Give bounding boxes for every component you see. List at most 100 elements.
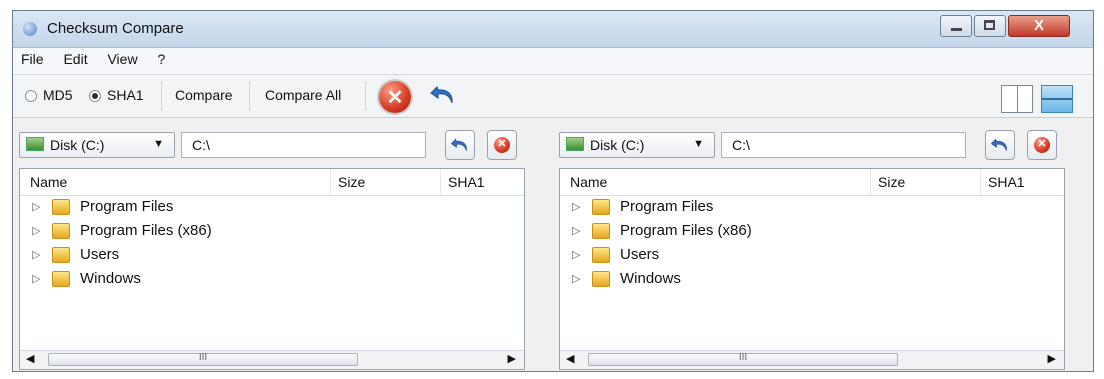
stop-icon[interactable] xyxy=(379,81,411,113)
column-sha1[interactable]: SHA1 xyxy=(448,174,485,190)
list-item[interactable]: ▷ Program Files (x86) xyxy=(20,220,524,244)
menu-view[interactable]: View xyxy=(99,48,145,67)
folder-icon xyxy=(592,247,610,263)
stop-icon xyxy=(494,137,510,153)
window-title: Checksum Compare xyxy=(47,20,184,37)
list-item[interactable]: ▷ Program Files xyxy=(560,196,1064,220)
undo-icon xyxy=(450,138,467,151)
scroll-right-icon[interactable]: ▶ xyxy=(508,352,516,365)
item-name: Program Files xyxy=(80,198,174,215)
drive-icon xyxy=(566,137,584,151)
folder-icon xyxy=(52,271,70,287)
horizontal-scrollbar[interactable]: ◀ III ▶ xyxy=(560,350,1064,369)
compare-button[interactable]: Compare xyxy=(175,87,233,103)
left-path-input[interactable]: C:\ xyxy=(181,132,426,158)
chevron-down-icon: ▼ xyxy=(693,138,704,150)
left-path-value: C:\ xyxy=(192,137,210,153)
scroll-thumb[interactable]: III xyxy=(588,352,898,366)
right-undo-button[interactable] xyxy=(985,130,1015,160)
split-horizontal-icon[interactable] xyxy=(1041,85,1073,113)
menu-edit[interactable]: Edit xyxy=(55,48,95,67)
column-size[interactable]: Size xyxy=(878,174,905,190)
undo-icon[interactable] xyxy=(429,81,457,109)
drive-icon xyxy=(26,137,44,151)
column-separator xyxy=(870,169,871,195)
left-undo-button[interactable] xyxy=(445,130,475,160)
expand-icon[interactable]: ▷ xyxy=(32,224,40,237)
expand-icon[interactable]: ▷ xyxy=(32,200,40,213)
sha1-radio[interactable] xyxy=(89,90,101,102)
left-panel: Disk (C:) ▼ C:\ Name Size SHA1 ▷ Program … xyxy=(13,126,533,376)
column-separator xyxy=(980,169,981,195)
column-sha1[interactable]: SHA1 xyxy=(988,174,1025,190)
toolbar-separator xyxy=(365,81,366,111)
close-window-button[interactable]: X xyxy=(1008,15,1070,37)
horizontal-scrollbar[interactable]: ◀ III ▶ xyxy=(20,350,524,369)
column-name[interactable]: Name xyxy=(570,174,607,190)
expand-icon[interactable]: ▷ xyxy=(32,248,40,261)
menu-help[interactable]: ? xyxy=(149,48,173,67)
chevron-down-icon: ▼ xyxy=(153,138,164,150)
toolbar-separator xyxy=(249,81,250,111)
expand-icon[interactable]: ▷ xyxy=(572,248,580,261)
item-name: Windows xyxy=(80,270,141,287)
list-header: Name Size SHA1 xyxy=(20,169,524,196)
column-separator xyxy=(440,169,441,195)
left-drive-select[interactable]: Disk (C:) ▼ xyxy=(19,132,175,158)
compare-all-button[interactable]: Compare All xyxy=(265,87,341,103)
minimize-button[interactable] xyxy=(940,15,972,37)
right-path-input[interactable]: C:\ xyxy=(721,132,966,158)
app-window: Checksum Compare X File Edit View ? MD5 … xyxy=(12,10,1094,372)
list-item[interactable]: ▷ Users xyxy=(20,244,524,268)
list-item[interactable]: ▷ Users xyxy=(560,244,1064,268)
scroll-left-icon[interactable]: ◀ xyxy=(566,352,574,365)
undo-icon xyxy=(990,138,1007,151)
expand-icon[interactable]: ▷ xyxy=(572,272,580,285)
item-name: Program Files xyxy=(620,198,714,215)
scroll-left-icon[interactable]: ◀ xyxy=(26,352,34,365)
title-bar: Checksum Compare X xyxy=(13,11,1093,48)
right-drive-select[interactable]: Disk (C:) ▼ xyxy=(559,132,715,158)
toolbar: MD5 SHA1 Compare Compare All xyxy=(13,75,1093,118)
expand-icon[interactable]: ▷ xyxy=(572,200,580,213)
right-panel: Disk (C:) ▼ C:\ Name Size SHA1 ▷ Program … xyxy=(553,126,1073,376)
item-name: Program Files (x86) xyxy=(620,222,752,239)
folder-icon xyxy=(592,271,610,287)
item-name: Users xyxy=(620,246,660,263)
split-vertical-icon[interactable] xyxy=(1001,85,1033,113)
list-header: Name Size SHA1 xyxy=(560,169,1064,196)
expand-icon[interactable]: ▷ xyxy=(572,224,580,237)
right-file-list: Name Size SHA1 ▷ Program Files ▷ Program F… xyxy=(559,168,1065,370)
sha1-label: SHA1 xyxy=(107,87,144,103)
md5-radio[interactable] xyxy=(25,90,37,102)
left-clear-button[interactable] xyxy=(487,130,517,160)
menu-file[interactable]: File xyxy=(13,48,52,67)
list-item[interactable]: ▷ Program Files xyxy=(20,196,524,220)
scroll-grip-icon: III xyxy=(738,352,748,363)
scroll-grip-icon: III xyxy=(198,352,208,363)
stop-icon xyxy=(1034,137,1050,153)
list-item[interactable]: ▷ Program Files (x86) xyxy=(560,220,1064,244)
list-item[interactable]: ▷ Windows xyxy=(560,268,1064,292)
right-drive-label: Disk (C:) xyxy=(590,137,645,153)
close-icon: X xyxy=(1033,17,1044,34)
item-name: Program Files (x86) xyxy=(80,222,212,239)
expand-icon[interactable]: ▷ xyxy=(32,272,40,285)
left-drive-label: Disk (C:) xyxy=(50,137,105,153)
column-name[interactable]: Name xyxy=(30,174,67,190)
md5-label: MD5 xyxy=(43,87,73,103)
left-file-list: Name Size SHA1 ▷ Program Files ▷ Program F… xyxy=(19,168,525,370)
right-clear-button[interactable] xyxy=(1027,130,1057,160)
maximize-button[interactable] xyxy=(974,15,1006,37)
toolbar-separator xyxy=(161,81,162,111)
scroll-thumb[interactable]: III xyxy=(48,352,358,366)
scroll-right-icon[interactable]: ▶ xyxy=(1048,352,1056,365)
item-name: Users xyxy=(80,246,120,263)
folder-icon xyxy=(52,223,70,239)
app-icon xyxy=(23,22,37,36)
column-size[interactable]: Size xyxy=(338,174,365,190)
folder-icon xyxy=(52,199,70,215)
item-name: Windows xyxy=(620,270,681,287)
list-item[interactable]: ▷ Windows xyxy=(20,268,524,292)
right-path-value: C:\ xyxy=(732,137,750,153)
